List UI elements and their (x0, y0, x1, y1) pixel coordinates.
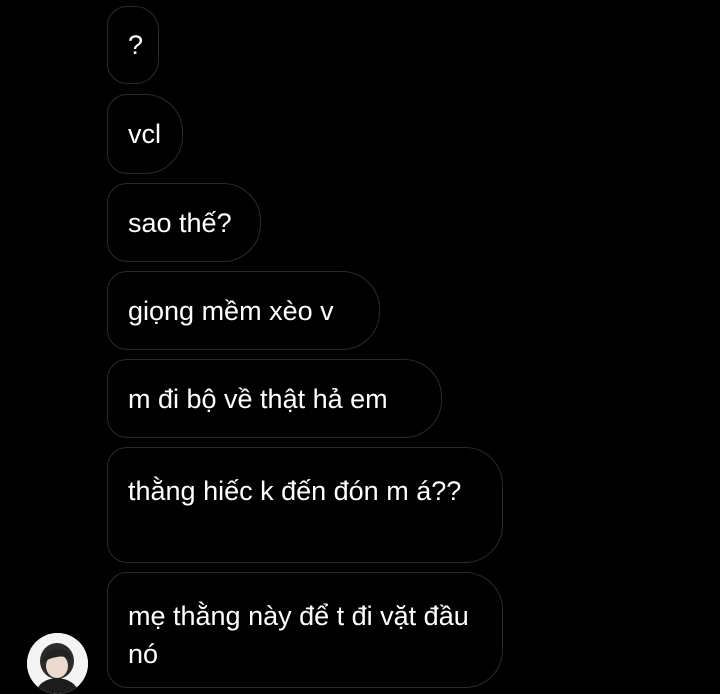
person-photo-icon (27, 633, 88, 694)
message-text: ? (128, 30, 144, 60)
message-bubble[interactable]: sao thế? (107, 183, 261, 262)
message-bubble[interactable]: thằng hiếc k đến đón m á?? (107, 447, 503, 563)
message-bubble[interactable]: ? (107, 6, 159, 84)
message-bubble[interactable]: mẹ thằng này để t đi vặt đầu nó (107, 572, 503, 688)
message-thread: ? vcl sao thế? giọng mềm xèo v m đi bộ v… (0, 0, 720, 694)
message-text: sao thế? (128, 207, 232, 238)
message-text: mẹ thằng này để t đi vặt đầu nó (128, 601, 469, 669)
message-text: m đi bộ về thật hả em (128, 383, 388, 414)
message-text: giọng mềm xèo v (128, 295, 334, 326)
message-bubble[interactable]: m đi bộ về thật hả em (107, 359, 442, 438)
message-bubble[interactable]: giọng mềm xèo v (107, 271, 380, 350)
message-text: thằng hiếc k đến đón m á?? (128, 476, 462, 506)
message-text: vcl (128, 119, 161, 149)
message-bubble[interactable]: vcl (107, 94, 183, 174)
avatar[interactable] (27, 633, 88, 694)
